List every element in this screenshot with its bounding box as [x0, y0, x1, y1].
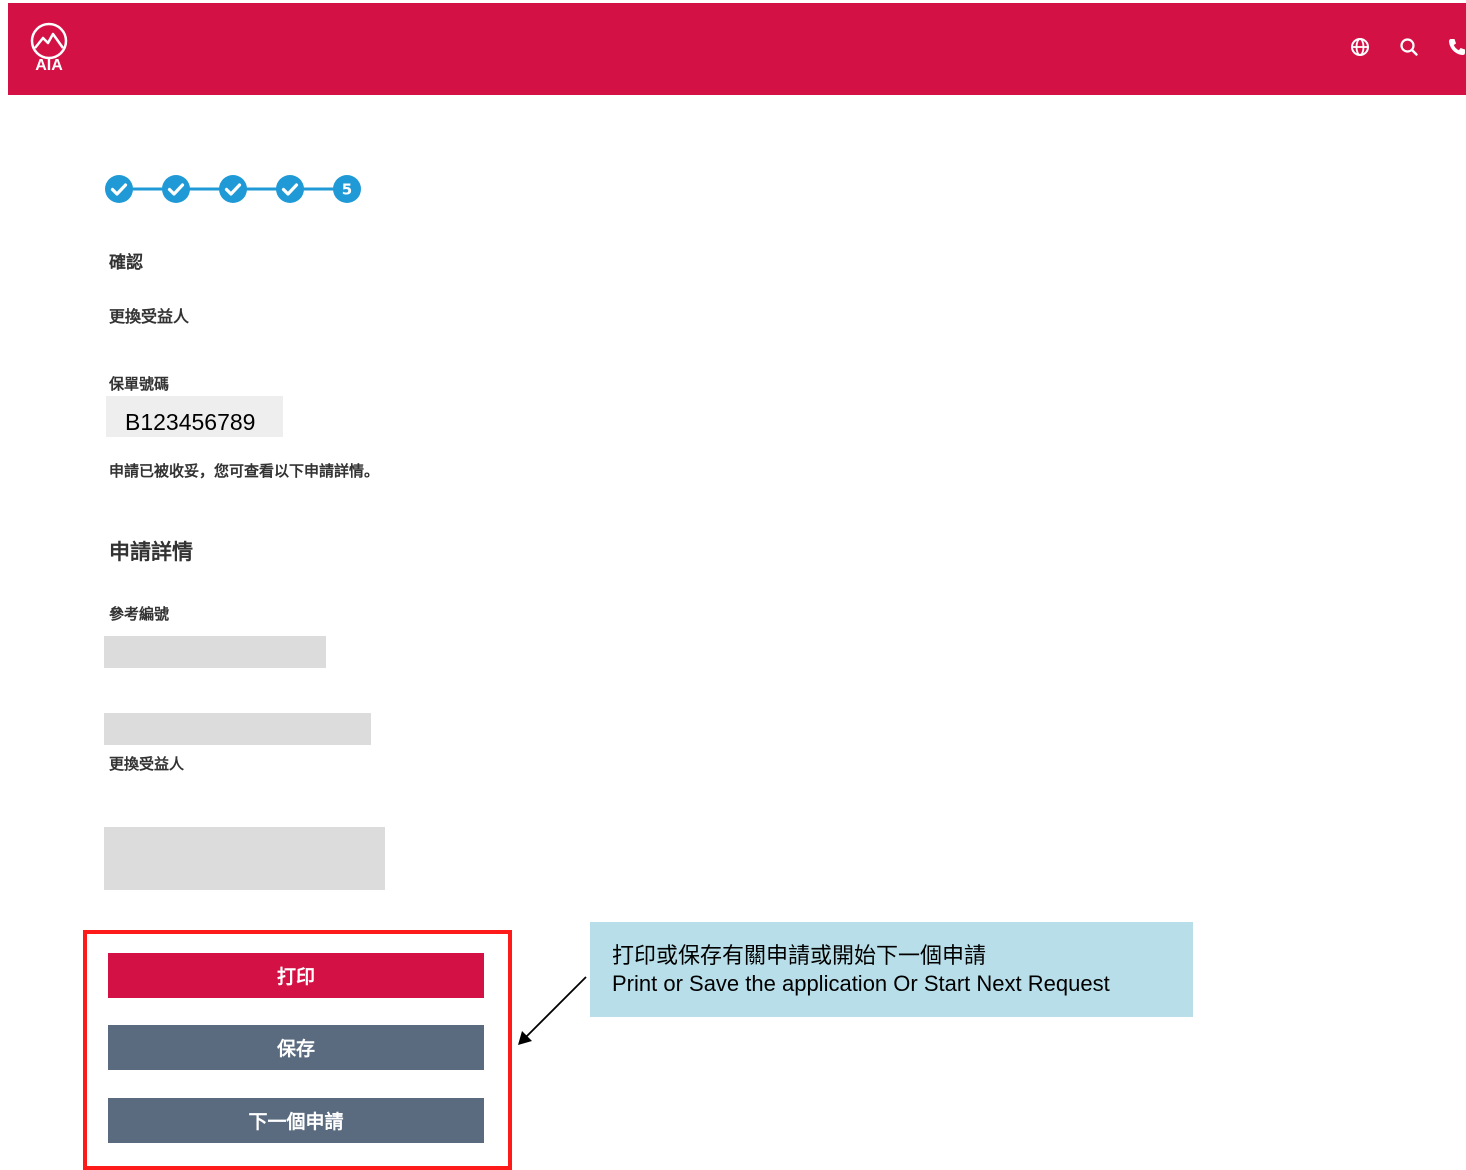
- reference-number-label: 參考編號: [109, 605, 170, 623]
- annotation-callout: 打印或保存有關申請或開始下一個申請 Print or Save the appl…: [590, 922, 1193, 1017]
- globe-icon[interactable]: [1349, 36, 1371, 58]
- callout-line-chinese: 打印或保存有關申請或開始下一個申請: [612, 943, 987, 968]
- top-header: AIA: [8, 3, 1466, 95]
- redacted-field: [104, 713, 371, 745]
- details-heading: 申請詳情: [109, 540, 193, 564]
- print-button[interactable]: 打印: [108, 953, 484, 998]
- search-icon[interactable]: [1398, 36, 1420, 58]
- step-5-number: 5: [342, 181, 352, 199]
- aia-logo[interactable]: AIA: [24, 21, 74, 74]
- policy-number-value: B123456789: [106, 396, 283, 437]
- step-4-complete: [276, 175, 304, 203]
- reference-number-redacted: [104, 636, 326, 668]
- redacted-block: [104, 827, 385, 890]
- next-request-button[interactable]: 下一個申請: [108, 1098, 484, 1143]
- page-subtitle: 更換受益人: [109, 307, 190, 326]
- annotation-arrow: [518, 976, 587, 1045]
- request-type-label: 更換受益人: [109, 755, 185, 773]
- policy-number-label: 保單號碼: [109, 375, 170, 393]
- page-title: 確認: [109, 253, 143, 273]
- progress-stepper: 5: [103, 173, 363, 205]
- step-3-complete: [219, 175, 247, 203]
- phone-icon[interactable]: [1446, 36, 1466, 58]
- logo-text: AIA: [35, 57, 63, 73]
- callout-line-english: Print or Save the application Or Start N…: [612, 971, 1110, 996]
- save-button[interactable]: 保存: [108, 1025, 484, 1070]
- step-1-complete: [105, 175, 133, 203]
- confirmation-message: 申請已被收妥，您可查看以下申請詳情。: [109, 462, 380, 480]
- step-5-current: 5: [333, 175, 361, 203]
- step-2-complete: [162, 175, 190, 203]
